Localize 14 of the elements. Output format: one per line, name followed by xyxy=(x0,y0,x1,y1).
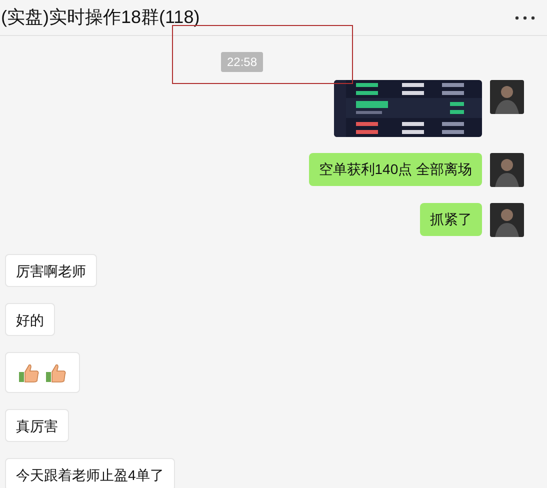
thumbs-up-icon xyxy=(45,362,67,382)
window-title: (实盘)实时操作18群(118) xyxy=(1,6,200,29)
message-bubble: 厉害啊老师 xyxy=(5,254,97,287)
avatar[interactable] xyxy=(490,80,524,114)
message-bubble: 空单获利140点 全部离场 xyxy=(308,153,482,186)
message-bubble: 今天跟着老师止盈4单了 xyxy=(5,458,175,488)
message-bubble: 好的 xyxy=(5,303,55,336)
avatar[interactable] xyxy=(490,153,524,187)
timestamp: 22:58 xyxy=(220,52,264,72)
more-icon[interactable] xyxy=(515,16,535,20)
avatar[interactable] xyxy=(490,203,524,237)
message-bubble: 抓紧了 xyxy=(420,203,482,236)
thumbs-up-icon xyxy=(18,362,40,382)
message-bubble: 真厉害 xyxy=(5,409,69,442)
